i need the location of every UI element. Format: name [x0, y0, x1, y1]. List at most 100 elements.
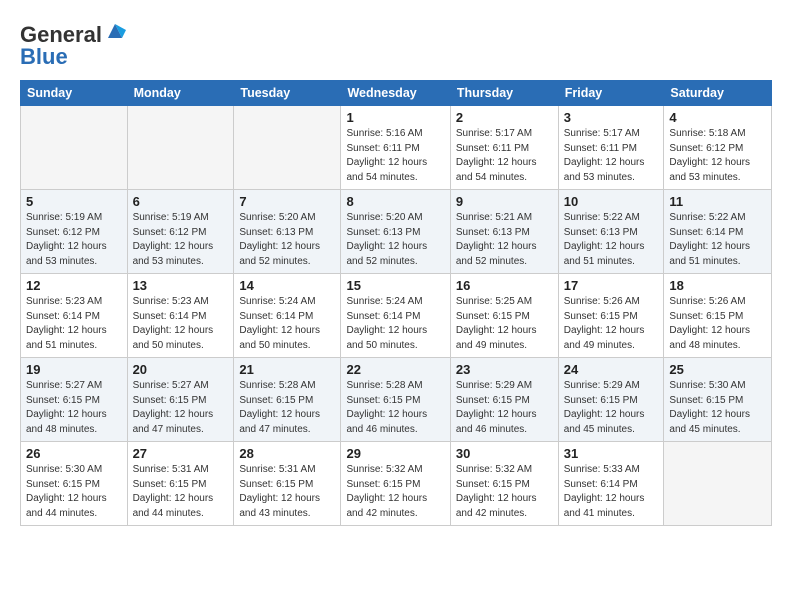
day-info: Sunrise: 5:22 AMSunset: 6:14 PMDaylight:…	[669, 211, 766, 269]
day-number: 25	[669, 362, 766, 377]
day-number: 18	[669, 278, 766, 293]
day-number: 10	[564, 194, 659, 209]
day-info: Sunrise: 5:23 AMSunset: 6:14 PMDaylight:…	[133, 295, 229, 353]
day-info: Sunrise: 5:28 AMSunset: 6:15 PMDaylight:…	[239, 379, 335, 437]
day-number: 27	[133, 446, 229, 461]
day-info: Sunrise: 5:32 AMSunset: 6:15 PMDaylight:…	[456, 463, 553, 521]
calendar-cell: 26 Sunrise: 5:30 AMSunset: 6:15 PMDayligh…	[21, 442, 128, 526]
calendar-cell: 15Sunrise: 5:24 AMSunset: 6:14 PMDayligh…	[341, 274, 450, 358]
calendar-cell: 6 Sunrise: 5:19 AMSunset: 6:12 PMDaylight…	[127, 190, 234, 274]
day-info: Sunrise: 5:32 AMSunset: 6:15 PMDaylight:…	[346, 463, 444, 521]
calendar-cell: 25 Sunrise: 5:30 AMSunset: 6:15 PMDayligh…	[664, 358, 772, 442]
day-info: Sunrise: 5:22 AMSunset: 6:13 PMDaylight:…	[564, 211, 659, 269]
calendar-cell: 21Sunrise: 5:28 AMSunset: 6:15 PMDayligh…	[234, 358, 341, 442]
day-info: Sunrise: 5:29 AMSunset: 6:15 PMDaylight:…	[456, 379, 553, 437]
day-info: Sunrise: 5:19 AMSunset: 6:12 PMDaylight:…	[133, 211, 229, 269]
day-number: 20	[133, 362, 229, 377]
day-info: Sunrise: 5:31 AMSunset: 6:15 PMDaylight:…	[133, 463, 229, 521]
day-number: 31	[564, 446, 659, 461]
day-info: Sunrise: 5:30 AMSunset: 6:15 PMDaylight:…	[26, 463, 122, 521]
calendar-cell: 7 Sunrise: 5:20 AMSunset: 6:13 PMDaylight…	[234, 190, 341, 274]
day-info: Sunrise: 5:16 AMSunset: 6:11 PMDaylight:…	[346, 127, 444, 185]
week-row-1: 1 Sunrise: 5:16 AMSunset: 6:11 PMDaylight…	[21, 106, 772, 190]
header: General Blue	[20, 18, 772, 70]
day-number: 24	[564, 362, 659, 377]
week-row-2: 5 Sunrise: 5:19 AMSunset: 6:12 PMDaylight…	[21, 190, 772, 274]
day-info: Sunrise: 5:23 AMSunset: 6:14 PMDaylight:…	[26, 295, 122, 353]
header-row: SundayMondayTuesdayWednesdayThursdayFrid…	[21, 81, 772, 106]
day-info: Sunrise: 5:28 AMSunset: 6:15 PMDaylight:…	[346, 379, 444, 437]
day-info: Sunrise: 5:19 AMSunset: 6:12 PMDaylight:…	[26, 211, 122, 269]
logo: General Blue	[20, 22, 126, 70]
calendar-cell: 1 Sunrise: 5:16 AMSunset: 6:11 PMDaylight…	[341, 106, 450, 190]
calendar-cell: 8 Sunrise: 5:20 AMSunset: 6:13 PMDaylight…	[341, 190, 450, 274]
calendar-cell: 3 Sunrise: 5:17 AMSunset: 6:11 PMDaylight…	[558, 106, 664, 190]
day-info: Sunrise: 5:33 AMSunset: 6:14 PMDaylight:…	[564, 463, 659, 521]
day-number: 13	[133, 278, 229, 293]
calendar-cell: 30Sunrise: 5:32 AMSunset: 6:15 PMDayligh…	[450, 442, 558, 526]
day-info: Sunrise: 5:17 AMSunset: 6:11 PMDaylight:…	[456, 127, 553, 185]
day-number: 16	[456, 278, 553, 293]
week-row-3: 12Sunrise: 5:23 AMSunset: 6:14 PMDayligh…	[21, 274, 772, 358]
calendar-cell: 27 Sunrise: 5:31 AMSunset: 6:15 PMDayligh…	[127, 442, 234, 526]
day-number: 11	[669, 194, 766, 209]
col-header-saturday: Saturday	[664, 81, 772, 106]
calendar-cell: 23Sunrise: 5:29 AMSunset: 6:15 PMDayligh…	[450, 358, 558, 442]
calendar-cell: 24Sunrise: 5:29 AMSunset: 6:15 PMDayligh…	[558, 358, 664, 442]
calendar-cell	[234, 106, 341, 190]
day-info: Sunrise: 5:27 AMSunset: 6:15 PMDaylight:…	[133, 379, 229, 437]
col-header-friday: Friday	[558, 81, 664, 106]
calendar-cell	[21, 106, 128, 190]
day-info: Sunrise: 5:24 AMSunset: 6:14 PMDaylight:…	[239, 295, 335, 353]
page: General Blue SundayMondayTuesdayWednesda…	[0, 0, 792, 544]
day-info: Sunrise: 5:25 AMSunset: 6:15 PMDaylight:…	[456, 295, 553, 353]
day-number: 22	[346, 362, 444, 377]
calendar-cell: 5 Sunrise: 5:19 AMSunset: 6:12 PMDaylight…	[21, 190, 128, 274]
day-number: 6	[133, 194, 229, 209]
calendar-cell: 28 Sunrise: 5:31 AMSunset: 6:15 PMDayligh…	[234, 442, 341, 526]
calendar-cell: 2 Sunrise: 5:17 AMSunset: 6:11 PMDaylight…	[450, 106, 558, 190]
day-number: 5	[26, 194, 122, 209]
day-number: 2	[456, 110, 553, 125]
day-number: 17	[564, 278, 659, 293]
day-info: Sunrise: 5:30 AMSunset: 6:15 PMDaylight:…	[669, 379, 766, 437]
calendar-cell: 22 Sunrise: 5:28 AMSunset: 6:15 PMDayligh…	[341, 358, 450, 442]
day-info: Sunrise: 5:31 AMSunset: 6:15 PMDaylight:…	[239, 463, 335, 521]
logo-icon	[104, 20, 126, 42]
day-number: 9	[456, 194, 553, 209]
calendar-cell: 12Sunrise: 5:23 AMSunset: 6:14 PMDayligh…	[21, 274, 128, 358]
day-number: 14	[239, 278, 335, 293]
day-info: Sunrise: 5:18 AMSunset: 6:12 PMDaylight:…	[669, 127, 766, 185]
day-number: 7	[239, 194, 335, 209]
col-header-sunday: Sunday	[21, 81, 128, 106]
calendar-cell: 17 Sunrise: 5:26 AMSunset: 6:15 PMDayligh…	[558, 274, 664, 358]
calendar-cell: 9 Sunrise: 5:21 AMSunset: 6:13 PMDaylight…	[450, 190, 558, 274]
day-info: Sunrise: 5:21 AMSunset: 6:13 PMDaylight:…	[456, 211, 553, 269]
calendar-cell: 16 Sunrise: 5:25 AMSunset: 6:15 PMDayligh…	[450, 274, 558, 358]
day-info: Sunrise: 5:20 AMSunset: 6:13 PMDaylight:…	[346, 211, 444, 269]
day-number: 26	[26, 446, 122, 461]
day-info: Sunrise: 5:26 AMSunset: 6:15 PMDaylight:…	[564, 295, 659, 353]
day-number: 3	[564, 110, 659, 125]
day-info: Sunrise: 5:24 AMSunset: 6:14 PMDaylight:…	[346, 295, 444, 353]
day-info: Sunrise: 5:20 AMSunset: 6:13 PMDaylight:…	[239, 211, 335, 269]
calendar-cell: 18Sunrise: 5:26 AMSunset: 6:15 PMDayligh…	[664, 274, 772, 358]
day-number: 19	[26, 362, 122, 377]
calendar-cell: 11 Sunrise: 5:22 AMSunset: 6:14 PMDayligh…	[664, 190, 772, 274]
calendar-cell: 10 Sunrise: 5:22 AMSunset: 6:13 PMDayligh…	[558, 190, 664, 274]
calendar-cell: 14 Sunrise: 5:24 AMSunset: 6:14 PMDayligh…	[234, 274, 341, 358]
day-number: 1	[346, 110, 444, 125]
day-info: Sunrise: 5:17 AMSunset: 6:11 PMDaylight:…	[564, 127, 659, 185]
calendar-table: SundayMondayTuesdayWednesdayThursdayFrid…	[20, 80, 772, 526]
col-header-monday: Monday	[127, 81, 234, 106]
calendar-cell: 20 Sunrise: 5:27 AMSunset: 6:15 PMDayligh…	[127, 358, 234, 442]
day-number: 4	[669, 110, 766, 125]
day-info: Sunrise: 5:27 AMSunset: 6:15 PMDaylight:…	[26, 379, 122, 437]
week-row-5: 26 Sunrise: 5:30 AMSunset: 6:15 PMDayligh…	[21, 442, 772, 526]
calendar-cell: 31 Sunrise: 5:33 AMSunset: 6:14 PMDayligh…	[558, 442, 664, 526]
day-number: 8	[346, 194, 444, 209]
calendar-cell: 19 Sunrise: 5:27 AMSunset: 6:15 PMDayligh…	[21, 358, 128, 442]
calendar-cell: 13 Sunrise: 5:23 AMSunset: 6:14 PMDayligh…	[127, 274, 234, 358]
day-number: 28	[239, 446, 335, 461]
calendar-cell	[127, 106, 234, 190]
